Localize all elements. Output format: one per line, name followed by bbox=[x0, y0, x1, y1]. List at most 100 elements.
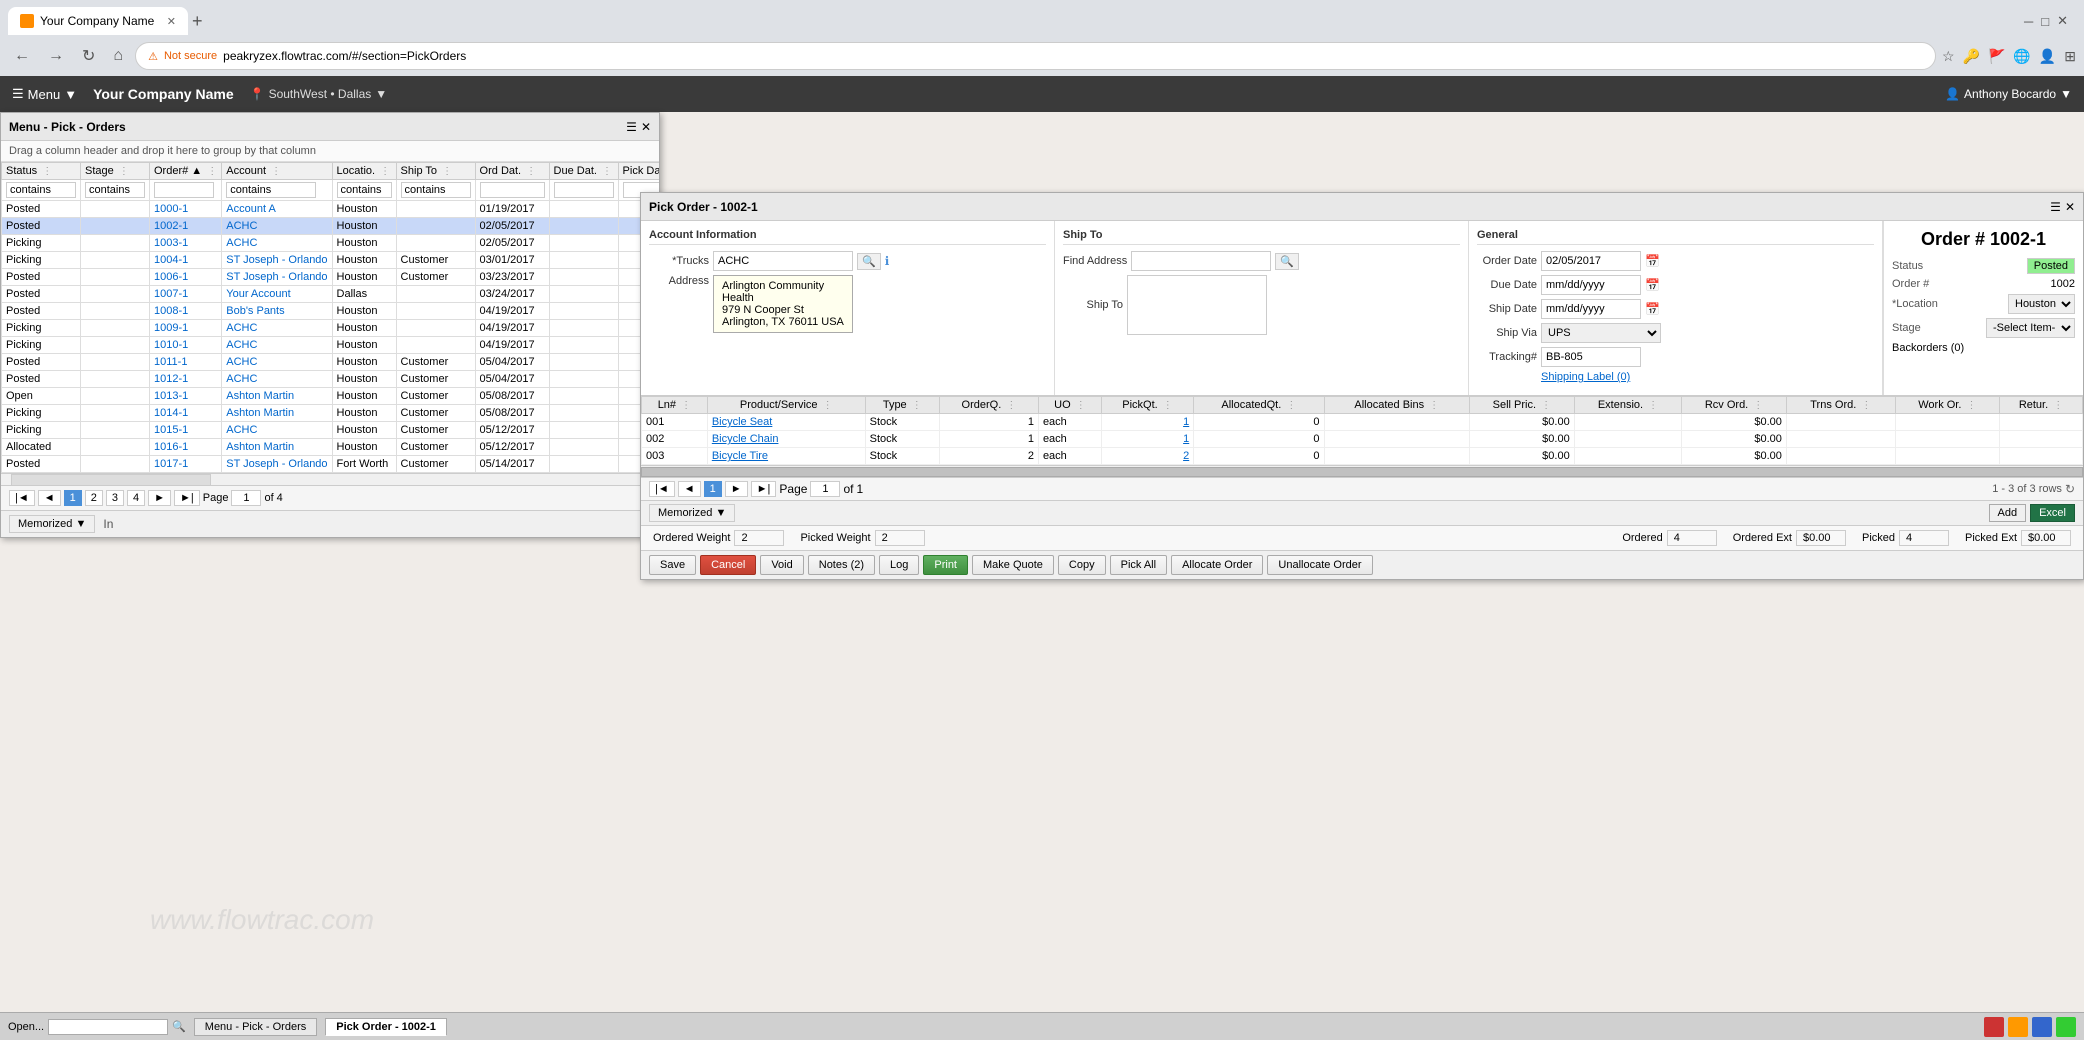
extension3-icon[interactable]: 🌐 bbox=[2013, 48, 2030, 65]
ship-date-input[interactable] bbox=[1541, 299, 1641, 319]
order-link[interactable]: 1012-1 bbox=[154, 373, 188, 385]
horizontal-scroll[interactable] bbox=[1, 473, 659, 485]
li-prev-btn[interactable]: ◄ bbox=[678, 481, 701, 497]
detail-panel-menu-icon[interactable]: ☰ bbox=[2050, 200, 2061, 214]
due-date-input[interactable] bbox=[1541, 275, 1641, 295]
filter-ord-date[interactable] bbox=[480, 182, 545, 198]
filter-ship-to[interactable] bbox=[401, 182, 471, 198]
account-link[interactable]: Account A bbox=[226, 203, 276, 215]
col-account[interactable]: Account ⋮ bbox=[222, 163, 332, 180]
li-page-input[interactable] bbox=[810, 481, 840, 497]
page-1-btn[interactable]: 1 bbox=[64, 490, 82, 506]
li-last-btn[interactable]: ►| bbox=[751, 481, 777, 497]
shipping-label-link[interactable]: Shipping Label (0) bbox=[1541, 371, 1630, 383]
line-item-row[interactable]: 003 Bicycle Tire Stock 2 each 2 0 $0.00 … bbox=[642, 448, 2083, 465]
account-link[interactable]: ST Joseph - Orlando bbox=[226, 254, 327, 266]
col-product[interactable]: Product/Service ⋮ bbox=[707, 397, 865, 414]
page-2-btn[interactable]: 2 bbox=[85, 490, 103, 506]
trucks-search-btn[interactable]: 🔍 bbox=[857, 253, 881, 270]
pickqty-link[interactable]: 2 bbox=[1183, 450, 1189, 462]
order-link[interactable]: 1008-1 bbox=[154, 305, 188, 317]
order-link[interactable]: 1009-1 bbox=[154, 322, 188, 334]
pick-all-button[interactable]: Pick All bbox=[1110, 555, 1167, 575]
detail-panel-close-icon[interactable]: ✕ bbox=[2065, 200, 2075, 214]
col-orderq[interactable]: OrderQ. ⋮ bbox=[939, 397, 1038, 414]
pickqty-link[interactable]: 1 bbox=[1183, 416, 1189, 428]
col-stage[interactable]: Stage ⋮ bbox=[81, 163, 150, 180]
order-link[interactable]: 1000-1 bbox=[154, 203, 188, 215]
page-3-btn[interactable]: 3 bbox=[106, 490, 124, 506]
li-next-btn[interactable]: ► bbox=[725, 481, 748, 497]
account-link[interactable]: ACHC bbox=[226, 237, 257, 249]
color-dot-blue[interactable] bbox=[2032, 1017, 2052, 1037]
order-link[interactable]: 1015-1 bbox=[154, 424, 188, 436]
col-ln[interactable]: Ln# ⋮ bbox=[642, 397, 708, 414]
tracking-input[interactable] bbox=[1541, 347, 1641, 367]
filter-account[interactable] bbox=[226, 182, 316, 198]
account-link[interactable]: Ashton Martin bbox=[226, 390, 294, 402]
col-due-date[interactable]: Due Dat. ⋮ bbox=[549, 163, 618, 180]
account-link[interactable]: ST Joseph - Orlando bbox=[226, 458, 327, 470]
void-button[interactable]: Void bbox=[760, 555, 803, 575]
color-dot-green[interactable] bbox=[2056, 1017, 2076, 1037]
close-btn[interactable]: ✕ bbox=[2057, 13, 2068, 29]
col-ord-date[interactable]: Ord Dat. ⋮ bbox=[475, 163, 549, 180]
col-allocqt[interactable]: AllocatedQt. ⋮ bbox=[1194, 397, 1324, 414]
location-selector[interactable]: 📍 SouthWest • Dallas ▼ bbox=[250, 87, 388, 101]
account-link[interactable]: ACHC bbox=[226, 220, 257, 232]
pickqty-link[interactable]: 1 bbox=[1183, 433, 1189, 445]
find-address-search-btn[interactable]: 🔍 bbox=[1275, 253, 1299, 270]
order-link[interactable]: 1007-1 bbox=[154, 288, 188, 300]
extension2-icon[interactable]: 🚩 bbox=[1988, 48, 2005, 65]
product-link[interactable]: Bicycle Seat bbox=[712, 416, 773, 428]
col-pick-date[interactable]: Pick Dat. ⋮ bbox=[618, 163, 659, 180]
col-retur[interactable]: Retur. ⋮ bbox=[2000, 397, 2083, 414]
filter-order[interactable] bbox=[154, 182, 214, 198]
line-item-row[interactable]: 002 Bicycle Chain Stock 1 each 1 0 $0.00… bbox=[642, 431, 2083, 448]
ship-via-select[interactable]: UPS bbox=[1541, 323, 1661, 343]
col-pickqt[interactable]: PickQt. ⋮ bbox=[1101, 397, 1193, 414]
col-uo[interactable]: UO ⋮ bbox=[1038, 397, 1101, 414]
bookmark-icon[interactable]: ☆ bbox=[1942, 48, 1955, 65]
calendar-icon-ship[interactable]: 📅 bbox=[1645, 302, 1660, 316]
col-type[interactable]: Type ⋮ bbox=[865, 397, 939, 414]
prev-page-btn[interactable]: ◄ bbox=[38, 490, 61, 506]
taskbar-search-input[interactable] bbox=[48, 1019, 168, 1035]
detail-memorized-btn[interactable]: Memorized ▼ bbox=[649, 504, 735, 522]
print-button[interactable]: Print bbox=[923, 555, 968, 575]
trucks-input[interactable] bbox=[713, 251, 853, 271]
taskbar-pick-orders[interactable]: Menu - Pick - Orders bbox=[194, 1018, 317, 1036]
order-link[interactable]: 1004-1 bbox=[154, 254, 188, 266]
table-row[interactable]: Posted 1012-1 ACHC Houston Customer 05/0… bbox=[2, 371, 660, 388]
calendar-icon-due[interactable]: 📅 bbox=[1645, 278, 1660, 292]
filter-location[interactable] bbox=[337, 182, 392, 198]
make-quote-button[interactable]: Make Quote bbox=[972, 555, 1054, 575]
table-row[interactable]: Picking 1014-1 Ashton Martin Houston Cus… bbox=[2, 405, 660, 422]
li-first-btn[interactable]: |◄ bbox=[649, 481, 675, 497]
account-link[interactable]: ACHC bbox=[226, 356, 257, 368]
find-address-input[interactable] bbox=[1131, 251, 1271, 271]
extension1-icon[interactable]: 🔑 bbox=[1963, 48, 1980, 65]
filter-due-date[interactable] bbox=[554, 182, 614, 198]
order-link[interactable]: 1002-1 bbox=[154, 220, 188, 232]
product-link[interactable]: Bicycle Chain bbox=[712, 433, 779, 445]
table-row[interactable]: Posted 1000-1 Account A Houston 01/19/20… bbox=[2, 201, 660, 218]
user-menu[interactable]: 👤 Anthony Bocardo ▼ bbox=[1945, 87, 2072, 101]
order-link[interactable]: 1011-1 bbox=[154, 356, 187, 368]
panel-menu-icon[interactable]: ☰ bbox=[626, 120, 637, 134]
tab-close-btn[interactable]: ✕ bbox=[167, 15, 176, 28]
filter-stage[interactable] bbox=[85, 182, 145, 198]
account-link[interactable]: Ashton Martin bbox=[226, 407, 294, 419]
pick-orders-table-scroll[interactable]: Status ⋮ Stage ⋮ Order# ▲ ⋮ Account ⋮ Lo… bbox=[1, 162, 659, 473]
table-row[interactable]: Allocated 1016-1 Ashton Martin Houston C… bbox=[2, 439, 660, 456]
col-trns-ord[interactable]: Trns Ord. ⋮ bbox=[1786, 397, 1895, 414]
stage-select[interactable]: -Select Item- bbox=[1986, 318, 2075, 338]
restore-btn[interactable]: □ bbox=[2041, 14, 2049, 29]
account-link[interactable]: ACHC bbox=[226, 322, 257, 334]
account-link[interactable]: ACHC bbox=[226, 373, 257, 385]
profile-icon[interactable]: 👤 bbox=[2039, 48, 2056, 65]
order-link[interactable]: 1017-1 bbox=[154, 458, 188, 470]
order-link[interactable]: 1006-1 bbox=[154, 271, 188, 283]
allocate-order-button[interactable]: Allocate Order bbox=[1171, 555, 1263, 575]
forward-button[interactable]: → bbox=[42, 45, 70, 67]
